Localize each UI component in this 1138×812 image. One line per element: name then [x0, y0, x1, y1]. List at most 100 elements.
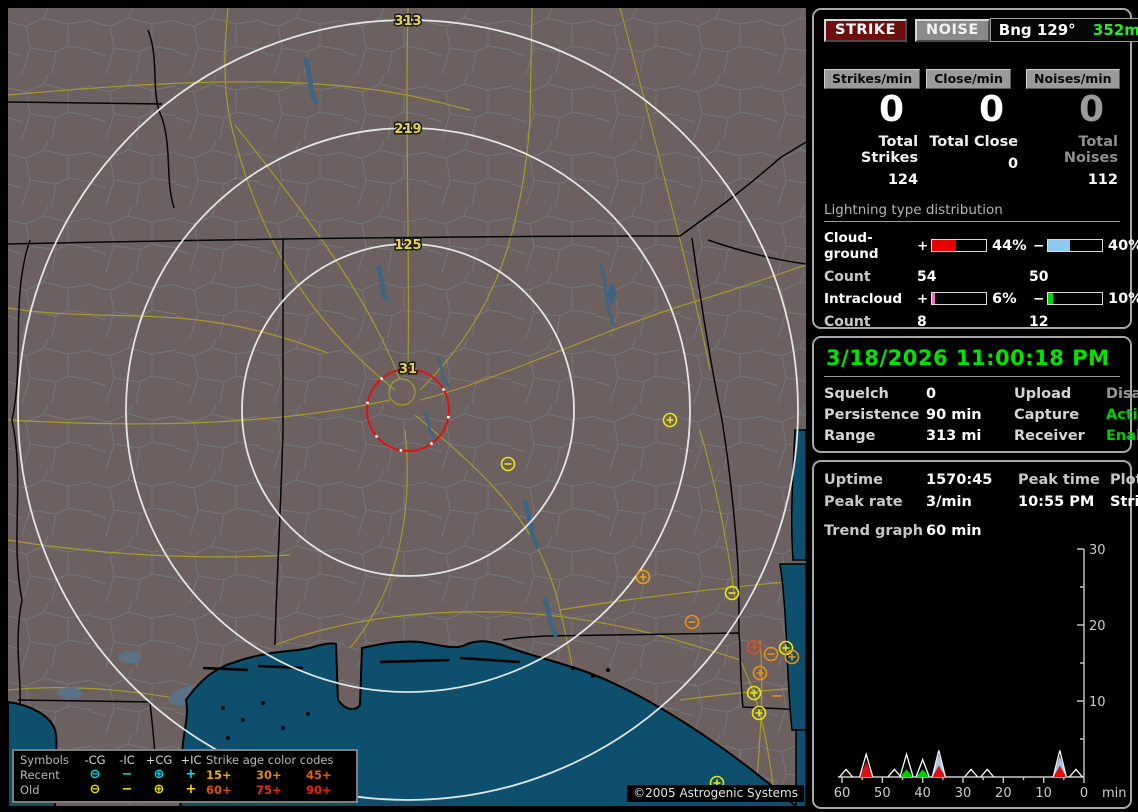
total-strikes-label: Total Strikes	[860, 133, 919, 166]
cg-neg-count: 50	[1029, 268, 1049, 285]
plus-sign: +	[917, 237, 929, 254]
recent-cg-neg-icon: ⊖	[89, 767, 101, 782]
svg-text:20: 20	[1089, 619, 1106, 634]
ic-neg-count: 12	[1029, 313, 1049, 330]
age-badge-90: 90+	[306, 783, 332, 797]
legend-symbols-header: Symbols	[20, 753, 69, 767]
total-noises-label: Total Noises	[1063, 133, 1118, 166]
total-noises-value: 112	[1087, 171, 1118, 188]
range-value: 313 mi	[926, 428, 982, 444]
recent-cg-pos-icon: ⊕	[153, 767, 165, 782]
total-strikes-value: 124	[887, 171, 919, 188]
svg-text:min: min	[1102, 786, 1127, 801]
recent-ic-neg-icon: −	[121, 767, 133, 782]
noises-counter: Noises/min 0 Total Noises 112	[1026, 68, 1120, 188]
cg-neg-percent: 40%	[1108, 237, 1138, 254]
old-ic-pos-icon: +	[185, 782, 197, 797]
peak-time-label: Peak time	[1018, 472, 1100, 488]
squelch-label: Squelch	[824, 386, 889, 402]
intracloud-row: Intracloud + 6% − 10%	[824, 290, 1138, 307]
legend-row-recent-label: Recent	[20, 768, 60, 782]
noises-rate-value: 0	[1078, 89, 1104, 130]
cg-pos-bar	[931, 239, 987, 253]
bearing-value: Bng 129°	[998, 21, 1076, 39]
intracloud-label: Intracloud	[824, 290, 903, 307]
status-grid: Squelch 0 Upload Disabled Persistence 90…	[824, 386, 1138, 444]
peak-time-value: 10:55 PM	[1018, 494, 1095, 510]
strikes-rate-value: 0	[879, 89, 905, 130]
plot-label: Plot	[1110, 472, 1138, 488]
upload-status: Disabled	[1106, 386, 1138, 402]
count-label: Count	[824, 313, 871, 330]
datetime-display: 3/18/2026 11:00:18 PM	[824, 346, 1120, 377]
age-badge-30: 30+	[256, 768, 282, 782]
receiver-status: Enabled	[1106, 428, 1138, 444]
legend-row-old-label: Old	[20, 783, 40, 797]
receiver-label: Receiver	[1014, 428, 1085, 444]
count-label: Count	[824, 268, 871, 285]
ic-neg-bar	[1047, 292, 1103, 306]
svg-text:50: 50	[874, 786, 891, 801]
strikes-per-min-chip: Strikes/min	[824, 69, 921, 89]
copyright-label: ©2005 Astrogenic Systems	[627, 785, 804, 802]
strike-stats-panel: STRIKE NOISE Bng 129° 352mi Strikes/min …	[812, 8, 1138, 330]
map-canvas[interactable]: 313 219 125 31	[8, 8, 806, 806]
app-window: 313 219 125 31 Symbols -CG -IC +CG +IC Stri…	[0, 0, 1138, 812]
cg-pos-count: 54	[917, 268, 937, 285]
age-badge-60: 60+	[206, 783, 232, 797]
svg-text:40: 40	[914, 786, 931, 801]
old-cg-pos-icon: ⊕	[153, 782, 165, 797]
capture-status: Active	[1106, 407, 1138, 423]
old-cg-neg-icon: ⊖	[89, 782, 101, 797]
ic-pos-count: 8	[917, 313, 927, 330]
uptime-grid: Uptime 1570:45 Peak time Plot Peak rate …	[824, 472, 1138, 510]
noises-per-min-chip: Noises/min	[1026, 69, 1120, 89]
uptime-label: Uptime	[824, 472, 883, 488]
plus-sign: +	[917, 290, 929, 307]
side-panel: STRIKE NOISE Bng 129° 352mi Strikes/min …	[812, 8, 1138, 812]
trend-window-value: 60 min	[926, 523, 982, 539]
plot-mode-value: Strike	[1110, 494, 1138, 510]
trend-panel: Uptime 1570:45 Peak time Plot Peak rate …	[812, 460, 1138, 809]
trend-graph: 10 20 30 0 10 20 30 40 50 60 min	[834, 543, 1127, 801]
ic-neg-percent: 10%	[1108, 290, 1138, 307]
svg-text:125: 125	[394, 238, 421, 253]
total-close-value: 0	[1007, 155, 1019, 172]
persistence-value: 90 min	[926, 407, 982, 423]
recent-ic-pos-icon: +	[185, 767, 197, 782]
map-legend: Symbols -CG -IC +CG +IC Strike age color…	[12, 749, 358, 803]
minus-sign: −	[1033, 290, 1045, 307]
intracloud-count-row: Count 8 12	[824, 314, 1120, 330]
age-badge-75: 75+	[256, 783, 282, 797]
legend-col-ic-pos: +IC	[180, 753, 202, 767]
squelch-value: 0	[926, 386, 937, 402]
ic-pos-bar	[931, 292, 987, 306]
distribution-title: Lightning type distribution	[824, 202, 1120, 222]
upload-label: Upload	[1014, 386, 1072, 402]
peak-rate-label: Peak rate	[824, 494, 903, 510]
svg-text:30: 30	[955, 786, 972, 801]
peak-rate-value: 3/min	[926, 494, 972, 510]
lightning-map[interactable]: 313 219 125 31 Symbols -CG -IC +CG +IC Stri…	[8, 8, 806, 806]
svg-text:30: 30	[1089, 543, 1106, 558]
range-label: Range	[824, 428, 876, 444]
noise-button[interactable]: NOISE	[915, 18, 990, 42]
strike-button[interactable]: STRIKE	[824, 18, 908, 42]
ic-pos-percent: 6%	[992, 290, 1017, 307]
trend-graph-label: Trend graph	[824, 523, 924, 539]
cloud-ground-count-row: Count 54 50	[824, 269, 1120, 285]
close-rate-value: 0	[978, 89, 1005, 130]
cg-neg-bar	[1047, 239, 1103, 253]
minus-sign: −	[1033, 237, 1045, 254]
svg-text:10: 10	[1089, 695, 1106, 710]
total-close-label: Total Close	[929, 133, 1019, 150]
persistence-label: Persistence	[824, 407, 920, 423]
cloud-ground-row: Cloud-ground + 44% − 40%	[824, 229, 1138, 262]
uptime-value: 1570:45	[926, 472, 993, 488]
cg-pos-percent: 44%	[992, 237, 1027, 254]
legend-col-cg-pos: +CG	[145, 753, 173, 767]
status-panel: 3/18/2026 11:00:18 PM Squelch 0 Upload D…	[812, 336, 1138, 453]
svg-text:60: 60	[834, 786, 851, 801]
cloud-ground-label: Cloud-ground	[824, 229, 879, 262]
capture-label: Capture	[1014, 407, 1080, 423]
